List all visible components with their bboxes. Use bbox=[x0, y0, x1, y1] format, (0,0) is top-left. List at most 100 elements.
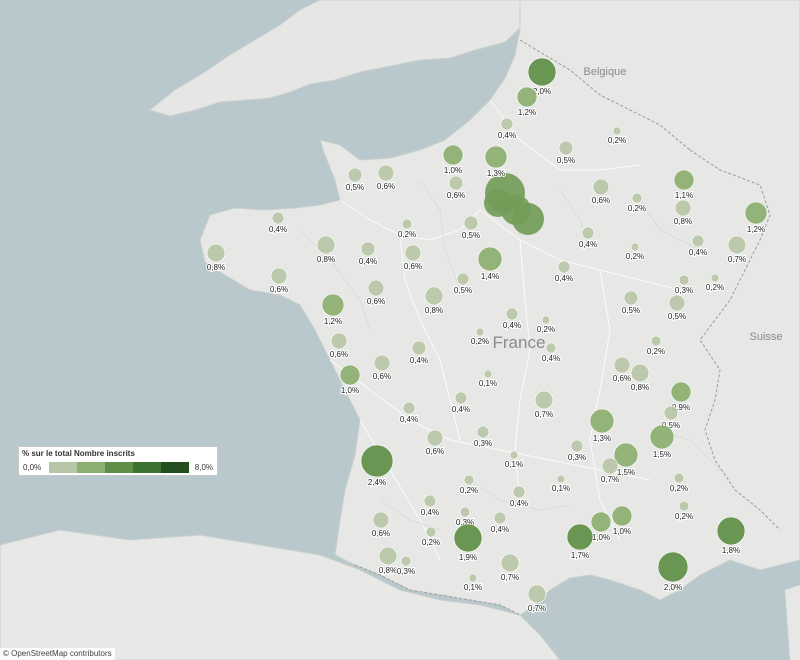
bubble-79[interactable] bbox=[378, 546, 398, 566]
bubble-5[interactable] bbox=[558, 140, 574, 156]
bubble-9[interactable] bbox=[377, 164, 395, 182]
bubble-61[interactable] bbox=[509, 450, 519, 460]
bubble-41[interactable] bbox=[330, 332, 348, 350]
bubble-label-55: 1,3% bbox=[593, 434, 611, 443]
bubble-label-83: 0,1% bbox=[464, 583, 482, 592]
country-label-suisse: Suisse bbox=[749, 331, 783, 343]
bubble-38[interactable] bbox=[505, 307, 519, 321]
bubble-47[interactable] bbox=[630, 363, 650, 383]
bubble-27[interactable] bbox=[477, 246, 503, 272]
bubble-label-51: 0,7% bbox=[535, 410, 553, 419]
bubble-label-62: 2,4% bbox=[368, 478, 386, 487]
bubble-50[interactable] bbox=[670, 381, 692, 403]
bubble-3[interactable] bbox=[500, 117, 514, 131]
bubble-56[interactable] bbox=[426, 429, 444, 447]
bubble-44[interactable] bbox=[650, 335, 662, 347]
bubble-23[interactable] bbox=[206, 243, 226, 263]
bubble-26[interactable] bbox=[727, 235, 747, 255]
bubble-18[interactable] bbox=[463, 215, 479, 231]
bubble-17[interactable] bbox=[401, 218, 413, 230]
map-attribution[interactable]: © OpenStreetMap contributors bbox=[0, 648, 115, 660]
bubble-40[interactable] bbox=[475, 327, 485, 337]
bubble-70[interactable] bbox=[678, 500, 690, 512]
bubble-67[interactable] bbox=[512, 485, 526, 499]
bubble-29[interactable] bbox=[270, 267, 288, 285]
bubble-7[interactable] bbox=[484, 145, 508, 169]
bubble-label-82: 2,0% bbox=[664, 583, 682, 592]
bubble-6[interactable] bbox=[442, 144, 464, 166]
bubble-36[interactable] bbox=[668, 294, 686, 312]
bubble-63[interactable] bbox=[601, 457, 619, 475]
bubble-20[interactable] bbox=[316, 235, 336, 255]
bubble-54[interactable] bbox=[663, 405, 679, 421]
bubble-33[interactable] bbox=[710, 273, 720, 283]
bubble-55[interactable] bbox=[589, 408, 615, 434]
bubble-30[interactable] bbox=[367, 279, 385, 297]
bubble-82[interactable] bbox=[657, 551, 689, 583]
bubble-4[interactable] bbox=[612, 126, 622, 136]
bubble-76[interactable] bbox=[453, 523, 483, 553]
bubble-1[interactable] bbox=[527, 57, 557, 87]
bubble-42[interactable] bbox=[411, 340, 427, 356]
bubble-12[interactable] bbox=[673, 169, 695, 191]
bubble-paris-4[interactable] bbox=[484, 189, 512, 217]
bubble-59[interactable] bbox=[570, 439, 584, 453]
bubble-46[interactable] bbox=[613, 356, 631, 374]
bubble-45[interactable] bbox=[373, 354, 391, 372]
bubble-24[interactable] bbox=[630, 242, 640, 252]
bubble-21[interactable] bbox=[360, 241, 376, 257]
bubble-80[interactable] bbox=[400, 555, 412, 567]
bubble-34[interactable] bbox=[424, 286, 444, 306]
bubble-77[interactable] bbox=[566, 523, 594, 551]
bubble-28[interactable] bbox=[557, 260, 571, 274]
bubble-37[interactable] bbox=[321, 293, 345, 317]
bubble-22[interactable] bbox=[404, 244, 422, 262]
bubble-31[interactable] bbox=[456, 272, 470, 286]
bubble-label-40: 0,2% bbox=[471, 337, 489, 346]
bubble-13[interactable] bbox=[631, 192, 643, 204]
bubble-51[interactable] bbox=[534, 390, 554, 410]
bubble-15[interactable] bbox=[744, 201, 768, 225]
bubble-71[interactable] bbox=[493, 511, 507, 525]
bubble-paris-3[interactable] bbox=[512, 203, 544, 235]
bubble-74[interactable] bbox=[590, 511, 612, 533]
bubble-66[interactable] bbox=[673, 472, 685, 484]
bubble-8[interactable] bbox=[347, 167, 363, 183]
bubble-label-53: 0,4% bbox=[400, 415, 418, 424]
bubble-16[interactable] bbox=[271, 211, 285, 225]
bubble-62[interactable] bbox=[360, 444, 394, 478]
bubble-14[interactable] bbox=[674, 199, 692, 217]
bubble-78[interactable] bbox=[716, 516, 746, 546]
bubble-68[interactable] bbox=[423, 494, 437, 508]
map-layer[interactable]: 2,0% 1,2% 0,4% 0,2% 0,5% 1,0% 1,3% 0,5% 0,6% 0,6%… bbox=[0, 0, 800, 660]
bubble-58[interactable] bbox=[649, 424, 675, 450]
bubble-57[interactable] bbox=[476, 425, 490, 439]
bubble-label-3: 0,4% bbox=[498, 131, 516, 140]
bubble-19[interactable] bbox=[581, 226, 595, 240]
bubble-35[interactable] bbox=[623, 290, 639, 306]
bubble-83[interactable] bbox=[468, 573, 478, 583]
bubble-64[interactable] bbox=[463, 474, 475, 486]
bubble-39[interactable] bbox=[541, 315, 551, 325]
bubble-32[interactable] bbox=[678, 274, 690, 286]
bubble-81[interactable] bbox=[500, 553, 520, 573]
bubble-72[interactable] bbox=[372, 511, 390, 529]
bubble-73[interactable] bbox=[611, 505, 633, 527]
bubble-2[interactable] bbox=[516, 86, 538, 108]
bubble-84[interactable] bbox=[527, 584, 547, 604]
bubble-75[interactable] bbox=[425, 526, 437, 538]
map-canvas[interactable]: 2,0% 1,2% 0,4% 0,2% 0,5% 1,0% 1,3% 0,5% 0,6% 0,6%… bbox=[0, 0, 800, 660]
bubble-52[interactable] bbox=[454, 391, 468, 405]
bubble-48[interactable] bbox=[483, 369, 493, 379]
bubble-49[interactable] bbox=[339, 364, 361, 386]
bubble-11[interactable] bbox=[592, 178, 610, 196]
bubble-label-66: 0,2% bbox=[670, 484, 688, 493]
bubble-53[interactable] bbox=[402, 401, 416, 415]
bubble-25[interactable] bbox=[691, 234, 705, 248]
bubble-10[interactable] bbox=[448, 175, 464, 191]
bubble-69[interactable] bbox=[459, 506, 471, 518]
bubble-label-9: 0,6% bbox=[377, 182, 395, 191]
bubble-43[interactable] bbox=[545, 342, 557, 354]
bubble-65[interactable] bbox=[556, 474, 566, 484]
bubble-label-5: 0,5% bbox=[557, 156, 575, 165]
